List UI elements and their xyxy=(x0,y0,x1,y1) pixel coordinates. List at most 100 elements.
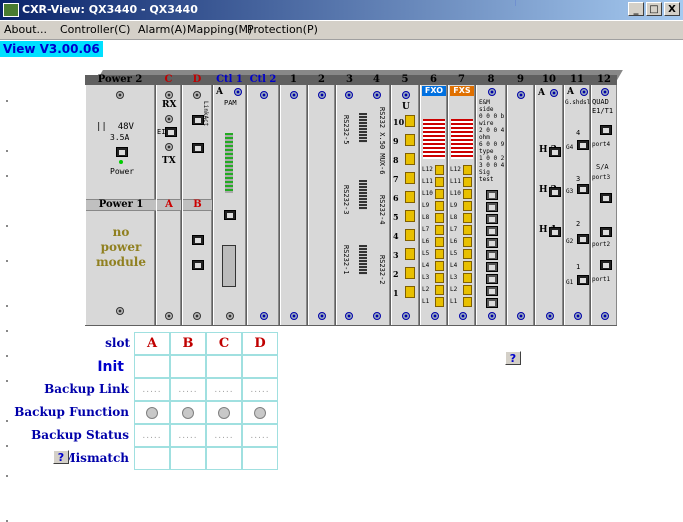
port-icon xyxy=(577,140,589,150)
port-icon[interactable] xyxy=(435,213,444,223)
radio-button[interactable] xyxy=(146,406,158,419)
port-icon[interactable] xyxy=(463,177,472,187)
slot-header: 11 xyxy=(570,74,584,85)
port-icon[interactable] xyxy=(435,273,444,283)
port-icon[interactable] xyxy=(435,249,444,259)
radio-button[interactable] xyxy=(218,406,230,419)
minimize-button[interactable]: _ xyxy=(628,2,644,16)
port-icon[interactable] xyxy=(435,261,444,271)
slot-power2[interactable]: || 48V 3.5A Power Power 1 no power modul… xyxy=(85,85,156,325)
port-icon[interactable] xyxy=(435,177,444,187)
port-icon[interactable] xyxy=(486,286,498,296)
port-icon[interactable] xyxy=(435,225,444,235)
slot-3-4[interactable]: RS232-5 RS232-3 RS232-1 RS232 X.50 MUX-6… xyxy=(336,85,390,325)
port-number: 2 xyxy=(393,269,399,279)
port-icon[interactable] xyxy=(463,189,472,199)
port-icon[interactable] xyxy=(435,237,444,247)
u-label: U xyxy=(402,102,410,112)
port-icon[interactable] xyxy=(486,298,498,308)
port-icon[interactable] xyxy=(463,165,472,175)
close-button[interactable]: X xyxy=(664,2,680,16)
port-icon[interactable] xyxy=(405,172,415,184)
empty-cell xyxy=(134,447,170,470)
slot-2[interactable] xyxy=(308,85,335,325)
port-icon[interactable] xyxy=(486,190,498,200)
port-number: 9 xyxy=(393,136,399,146)
port-icon[interactable] xyxy=(463,201,472,211)
slot-8[interactable]: E&M side 0 0 0 b wire 2 0 0 4 ohm 6 0 0 9 type 1… xyxy=(476,85,506,325)
port-icon[interactable] xyxy=(463,237,472,247)
backup-function-cell[interactable] xyxy=(242,401,278,424)
edge-mark xyxy=(6,445,8,447)
port-icon[interactable] xyxy=(486,262,498,272)
line-label: L12 xyxy=(450,166,461,173)
port-icon[interactable] xyxy=(405,210,415,222)
slot-11[interactable]: A G.shdsl 4 G4 3 G3 2 G2 1 G1 xyxy=(564,85,590,325)
help-button[interactable]: ? xyxy=(505,351,521,365)
slot-6[interactable]: FXO L12 L11 L10 L9 L8 L7 L6 L5 L4 L3 L2 L1 xyxy=(420,85,447,325)
power-current: 3.5A xyxy=(110,133,130,142)
menu-mapping[interactable]: Mapping(M) xyxy=(187,23,252,36)
slot-7[interactable]: FXS L12 L11 L10 L9 L8 L7 L6 L5 L4 L3 L2 L1 xyxy=(448,85,475,325)
port-icon[interactable] xyxy=(435,285,444,295)
slot-ctl2[interactable] xyxy=(247,85,279,325)
backup-function-cell[interactable] xyxy=(134,401,170,424)
screw-icon xyxy=(234,88,242,96)
menu-alarm[interactable]: Alarm(A) xyxy=(138,23,186,36)
port-icon xyxy=(192,260,204,270)
slot-ctl1[interactable]: A PAM xyxy=(213,85,246,325)
port-icon[interactable] xyxy=(486,226,498,236)
menu-controller[interactable]: Controller(C) xyxy=(60,23,130,36)
port-icon[interactable] xyxy=(435,189,444,199)
slot-c[interactable]: RX EI TX A xyxy=(156,85,181,325)
screw-icon xyxy=(116,307,124,315)
port-icon[interactable] xyxy=(405,229,415,241)
ctl1-a-label: A xyxy=(216,87,223,97)
port-icon[interactable] xyxy=(463,225,472,235)
port-icon[interactable] xyxy=(435,297,444,307)
line-label: L10 xyxy=(422,190,433,197)
menu-protection[interactable]: Protection(P) xyxy=(247,23,318,36)
port-icon[interactable] xyxy=(463,261,472,271)
radio-button[interactable] xyxy=(254,406,266,419)
backup-function-cell[interactable] xyxy=(170,401,206,424)
menu-about[interactable]: About... xyxy=(4,23,47,36)
port-icon[interactable] xyxy=(435,165,444,175)
maximize-button[interactable]: □ xyxy=(646,2,662,16)
port-icon[interactable] xyxy=(463,273,472,283)
slot-5[interactable]: U 10 9 8 7 6 5 4 3 2 1 xyxy=(391,85,419,325)
slot-1[interactable] xyxy=(280,85,307,325)
slot-12[interactable]: QUAD E1/T1 port4 S/A port3 port2 port1 xyxy=(591,85,617,325)
slot-10[interactable]: A H 3 H 2 H 1 xyxy=(535,85,563,325)
port-icon[interactable] xyxy=(405,267,415,279)
empty-cell xyxy=(134,355,170,378)
port-icon[interactable] xyxy=(486,202,498,212)
screw-icon xyxy=(402,312,410,320)
screw-icon xyxy=(373,312,381,320)
port-icon[interactable] xyxy=(435,201,444,211)
port-icon[interactable] xyxy=(405,248,415,260)
port-icon[interactable] xyxy=(486,250,498,260)
port-icon[interactable] xyxy=(463,285,472,295)
divider-line xyxy=(515,0,516,6)
port-number: 10 xyxy=(393,117,405,127)
port-icon[interactable] xyxy=(405,191,415,203)
screw-icon xyxy=(601,88,609,96)
status-cell: ..... xyxy=(134,424,170,447)
radio-button[interactable] xyxy=(182,406,194,419)
port-icon[interactable] xyxy=(463,213,472,223)
port-icon[interactable] xyxy=(486,238,498,248)
port-icon[interactable] xyxy=(405,134,415,146)
backup-function-cell[interactable] xyxy=(206,401,242,424)
port-icon[interactable] xyxy=(463,297,472,307)
mismatch-help-button[interactable]: ? xyxy=(53,450,69,464)
slot-d[interactable]: LinkAct B xyxy=(182,85,212,325)
port-icon[interactable] xyxy=(405,153,415,165)
port-icon[interactable] xyxy=(463,249,472,259)
slot-9[interactable] xyxy=(507,85,534,325)
port-icon[interactable] xyxy=(405,115,415,127)
g4-num: 4 xyxy=(576,129,581,137)
port-icon[interactable] xyxy=(486,274,498,284)
port-icon[interactable] xyxy=(486,214,498,224)
port-icon[interactable] xyxy=(405,286,415,298)
